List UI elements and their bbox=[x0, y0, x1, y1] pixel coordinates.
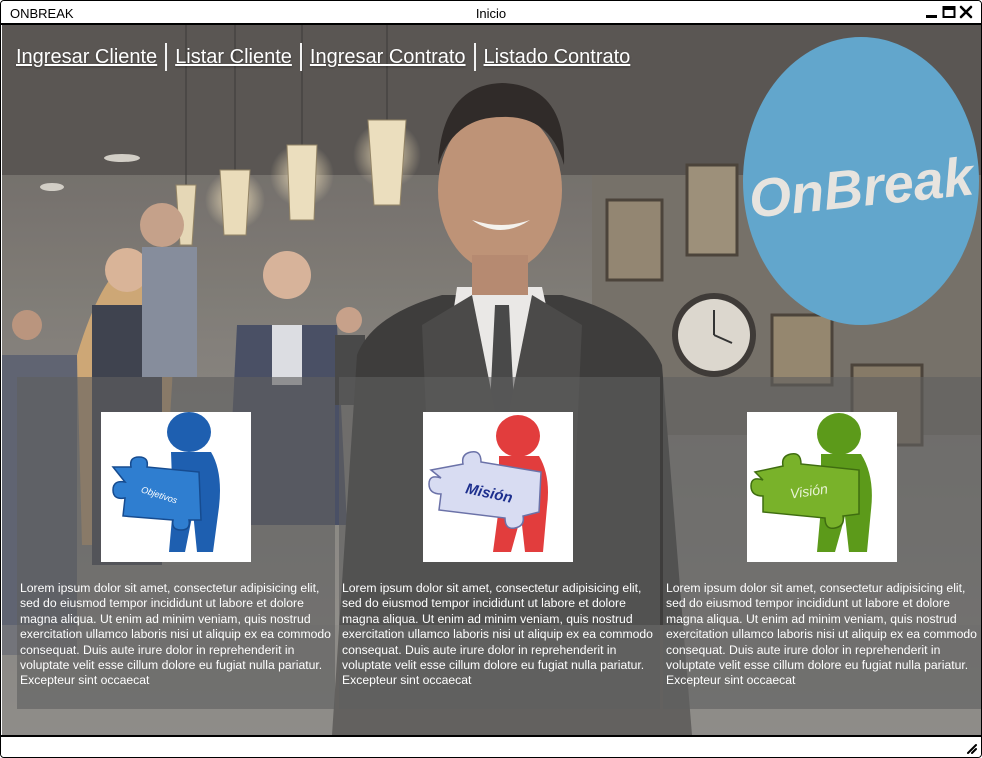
nav-listar-cliente[interactable]: Listar Cliente bbox=[175, 46, 292, 69]
vision-image: Visión bbox=[747, 412, 897, 562]
app-window: ONBREAK Inicio Ingresar Cliente Listar C… bbox=[0, 0, 982, 758]
nav-listado-contrato[interactable]: Listado Contrato bbox=[484, 46, 631, 69]
panel-text: Lorem ipsum dolor sit amet, consectetur … bbox=[20, 581, 331, 688]
minimize-icon[interactable] bbox=[925, 5, 939, 19]
panel-mision: Misión Lorem ipsum dolor sit amet, conse… bbox=[339, 377, 660, 709]
title-bar: ONBREAK Inicio bbox=[1, 1, 981, 25]
nav-ingresar-contrato[interactable]: Ingresar Contrato bbox=[310, 46, 466, 69]
panel-text: Lorem ipsum dolor sit amet, consectetur … bbox=[666, 581, 977, 688]
panel-objetivos: Objetivos Lorem ipsum dolor sit amet, co… bbox=[17, 377, 335, 709]
nav-separator bbox=[299, 43, 302, 71]
nav-separator bbox=[473, 43, 476, 71]
top-navigation: Ingresar Cliente Listar Cliente Ingresar… bbox=[16, 43, 630, 71]
onbreak-logo: OnBreak bbox=[743, 37, 979, 325]
main-content: Ingresar Cliente Listar Cliente Ingresar… bbox=[2, 25, 981, 735]
mision-image: Misión bbox=[423, 412, 573, 562]
status-bar bbox=[1, 735, 981, 757]
nav-ingresar-cliente[interactable]: Ingresar Cliente bbox=[16, 46, 157, 69]
resize-grip-icon[interactable] bbox=[965, 742, 977, 754]
maximize-icon[interactable] bbox=[942, 5, 956, 19]
close-icon[interactable] bbox=[959, 5, 973, 19]
nav-separator bbox=[165, 43, 168, 71]
window-controls bbox=[925, 5, 973, 19]
window-title: Inicio bbox=[475, 6, 507, 21]
panel-text: Lorem ipsum dolor sit amet, consectetur … bbox=[342, 581, 653, 688]
panel-vision: Visión Lorem ipsum dolor sit amet, conse… bbox=[663, 377, 981, 709]
objetivos-image: Objetivos bbox=[101, 412, 251, 562]
